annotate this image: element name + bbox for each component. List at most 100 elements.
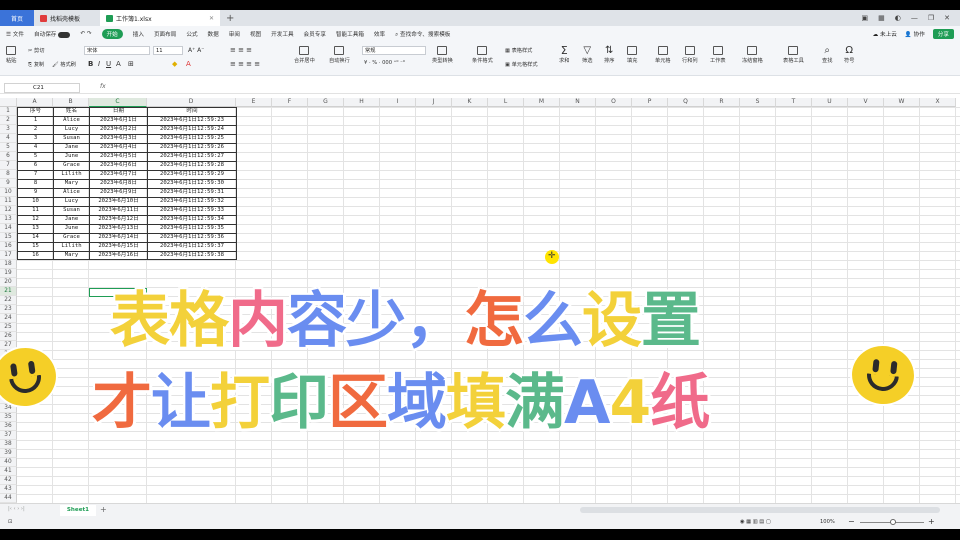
column-header-V[interactable]: V <box>848 98 884 107</box>
table-cell[interactable]: 16 <box>18 251 53 260</box>
table-cell[interactable]: Lucy <box>54 125 89 134</box>
cloud-status[interactable]: ☁ 未上云 <box>873 30 897 38</box>
bold-icon[interactable]: B <box>88 60 93 68</box>
row-header-11[interactable]: 11 <box>0 197 17 206</box>
table-cell[interactable]: 2023年6月12日 <box>90 215 147 224</box>
table-cell[interactable]: 2023年6月7日 <box>90 170 147 179</box>
table-cell[interactable]: 1 <box>18 116 53 125</box>
align-left-icon[interactable]: ≡ ≡ ≡ ≡ <box>230 60 260 68</box>
column-header-R[interactable]: R <box>704 98 740 107</box>
autosave-toggle[interactable]: 自动保存 <box>34 30 71 38</box>
table-cell[interactable]: Lucy <box>54 197 89 206</box>
menu-data[interactable]: 数据 <box>208 30 219 38</box>
table-cell[interactable]: 9 <box>18 188 53 197</box>
paste-button[interactable]: 粘贴 <box>6 46 16 64</box>
grid-icon[interactable]: ▦ <box>878 14 885 22</box>
row-header-3[interactable]: 3 <box>0 125 17 134</box>
table-cell[interactable]: Jane <box>54 215 89 224</box>
freeze-button[interactable]: 冻结窗格 <box>742 46 763 64</box>
row-header-24[interactable]: 24 <box>0 314 17 323</box>
cut-button[interactable]: ✂ 剪切 <box>28 47 44 54</box>
table-cell[interactable]: 4 <box>18 143 53 152</box>
table-cell[interactable]: 11 <box>18 206 53 215</box>
table-cell[interactable]: 2023年6月15日 <box>90 242 147 251</box>
table-cell[interactable]: Lilith <box>54 170 89 179</box>
close-tab-icon[interactable]: ✕ <box>209 15 214 22</box>
table-style-button[interactable]: ▦ 表格样式 <box>505 47 532 54</box>
border-icon[interactable]: ⊞ <box>128 60 134 68</box>
select-all-corner[interactable] <box>0 98 17 107</box>
conditional-format-button[interactable]: 条件格式 <box>472 46 493 64</box>
table-cell[interactable]: 6 <box>18 161 53 170</box>
share-button[interactable]: 分享 <box>932 29 954 39</box>
zoom-level[interactable]: 100% <box>820 519 835 525</box>
row-header-8[interactable]: 8 <box>0 170 17 179</box>
column-header-S[interactable]: S <box>740 98 776 107</box>
zoom-slider-handle[interactable] <box>890 519 896 525</box>
close-icon[interactable]: ✕ <box>944 14 950 22</box>
menu-smart-tools[interactable]: 智能工具箱 <box>336 30 364 38</box>
sheet-nav-icon[interactable]: |‹ ‹ › ›| <box>8 506 25 512</box>
table-cell[interactable]: 2023年6月3日 <box>90 134 147 143</box>
add-sheet-icon[interactable]: + <box>100 505 107 514</box>
row-header-34[interactable]: 34 <box>0 404 17 413</box>
table-cell[interactable]: June <box>54 152 89 161</box>
row-header-15[interactable]: 15 <box>0 233 17 242</box>
macro-icon[interactable]: ⊡ <box>8 519 12 525</box>
table-cell[interactable]: 2023年6月1日12:59:33 <box>148 206 236 215</box>
undo-icon[interactable]: ↶ ↷ <box>80 31 91 37</box>
row-header-18[interactable]: 18 <box>0 260 17 269</box>
row-col-button[interactable]: 行和列 <box>682 46 698 64</box>
table-cell[interactable]: 2023年6月1日12:59:36 <box>148 233 236 242</box>
menu-page-layout[interactable]: 页面布局 <box>154 30 176 38</box>
worksheet-button[interactable]: 工作表 <box>710 46 726 64</box>
table-cell[interactable]: 2023年6月1日12:59:23 <box>148 116 236 125</box>
column-header-B[interactable]: B <box>53 98 89 107</box>
menu-insert[interactable]: 插入 <box>133 30 144 38</box>
table-cell[interactable]: 5 <box>18 152 53 161</box>
symbol-button[interactable]: Ω 符号 <box>844 46 854 65</box>
table-cell[interactable]: 2023年6月1日12:59:24 <box>148 125 236 134</box>
row-header-41[interactable]: 41 <box>0 467 17 476</box>
table-cell[interactable]: 2023年6月1日12:59:32 <box>148 197 236 206</box>
column-header-F[interactable]: F <box>272 98 308 107</box>
table-header-cell[interactable]: 序号 <box>18 107 53 116</box>
find-button[interactable]: ⌕ 查找 <box>822 46 832 65</box>
row-header-25[interactable]: 25 <box>0 323 17 332</box>
align-top-icon[interactable]: ≡ ≡ ≡ <box>230 46 252 54</box>
row-header-35[interactable]: 35 <box>0 413 17 422</box>
horizontal-scrollbar[interactable] <box>580 507 940 513</box>
table-cell[interactable]: 2023年6月13日 <box>90 224 147 233</box>
currency-icon[interactable]: ¥ · % · 000 ⁺⁰ ⁻⁰ <box>364 60 405 66</box>
skin-icon[interactable]: ◐ <box>895 14 901 22</box>
column-header-J[interactable]: J <box>416 98 452 107</box>
wrap-button[interactable]: 自动换行 <box>329 46 350 64</box>
table-cell[interactable]: 14 <box>18 233 53 242</box>
table-cell[interactable]: 2023年6月1日12:59:38 <box>148 251 236 260</box>
column-header-G[interactable]: G <box>308 98 344 107</box>
menu-developer[interactable]: 开发工具 <box>271 30 293 38</box>
font-size-select[interactable]: 11 <box>153 46 183 55</box>
cell-style-button[interactable]: ▣ 单元格样式 <box>505 61 538 68</box>
row-header-21[interactable]: 21 <box>0 287 17 296</box>
column-header-T[interactable]: T <box>776 98 812 107</box>
table-cell[interactable]: Lilith <box>54 242 89 251</box>
table-cell[interactable]: 2023年6月5日 <box>90 152 147 161</box>
column-header-K[interactable]: K <box>452 98 488 107</box>
row-header-39[interactable]: 39 <box>0 449 17 458</box>
maximize-icon[interactable]: ❐ <box>928 14 934 22</box>
table-cell[interactable]: 10 <box>18 197 53 206</box>
table-cell[interactable]: Mary <box>54 251 89 260</box>
column-header-D[interactable]: D <box>147 98 236 107</box>
menu-formula[interactable]: 公式 <box>186 30 197 38</box>
command-search[interactable]: ⌕ 查找命令、搜索模板 <box>395 30 450 39</box>
row-header-22[interactable]: 22 <box>0 296 17 305</box>
column-header-X[interactable]: X <box>920 98 956 107</box>
row-header-43[interactable]: 43 <box>0 485 17 494</box>
underline-icon[interactable]: U <box>106 60 111 68</box>
sheet-tab[interactable]: Sheet1 <box>60 505 96 516</box>
table-cell[interactable]: 2023年6月1日12:59:31 <box>148 188 236 197</box>
column-header-Q[interactable]: Q <box>668 98 704 107</box>
menu-efficiency[interactable]: 效率 <box>374 30 385 38</box>
menu-member[interactable]: 会员专享 <box>304 30 326 38</box>
